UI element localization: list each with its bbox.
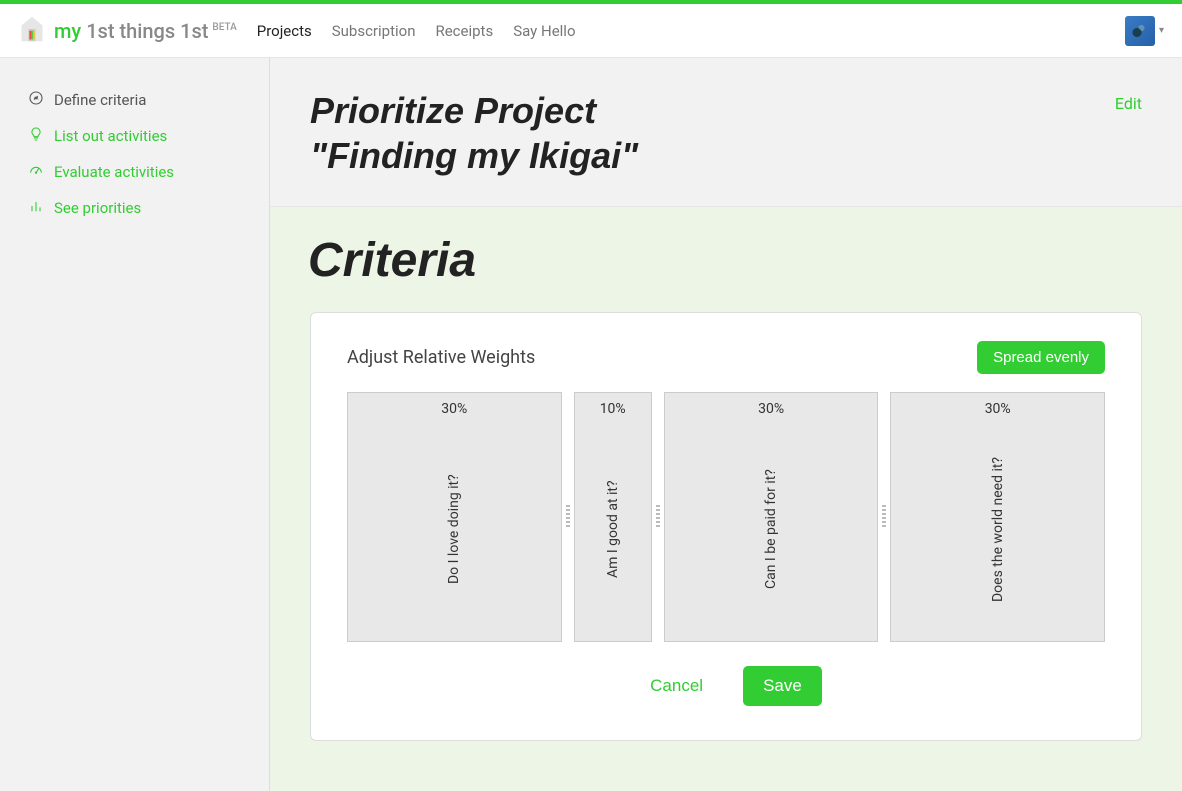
criterion-weight-column[interactable]: 30% Does the world need it?: [890, 392, 1105, 642]
sidebar-item-list-out-activities[interactable]: List out activities: [28, 118, 261, 154]
sidebar-item-label: Define criteria: [54, 91, 146, 109]
bars-icon: [28, 198, 44, 218]
sidebar-item-label: List out activities: [54, 127, 167, 145]
card-title: Adjust Relative Weights: [347, 347, 535, 368]
sidebar-item-label: Evaluate activities: [54, 163, 174, 181]
criterion-label: Does the world need it?: [990, 425, 1006, 633]
criterion-label: Am I good at it?: [605, 425, 621, 633]
criterion-weight-percent: 30%: [985, 401, 1011, 417]
criteria-section: Criteria Adjust Relative Weights Spread …: [270, 207, 1182, 791]
nav-receipts[interactable]: Receipts: [435, 22, 493, 40]
criterion-weight-column[interactable]: 10% Am I good at it?: [574, 392, 652, 642]
nav-projects[interactable]: Projects: [257, 22, 312, 40]
brand-text: my 1st things 1stBETA: [54, 19, 237, 43]
bulb-icon: [28, 126, 44, 146]
nav-say-hello[interactable]: Say Hello: [513, 22, 575, 40]
sidebar-item-label: See priorities: [54, 199, 141, 217]
top-navbar: my 1st things 1stBETA Projects Subscript…: [0, 4, 1182, 58]
section-heading: Criteria: [308, 233, 1142, 288]
chevron-down-icon: ▾: [1159, 25, 1164, 36]
weight-resize-handle[interactable]: [652, 392, 664, 642]
criterion-weight-percent: 30%: [758, 401, 784, 417]
sidebar-item-evaluate-activities[interactable]: Evaluate activities: [28, 154, 261, 190]
weights-row: 30% Do I love doing it? 10% Am I good at it…: [347, 392, 1105, 642]
nav-subscription[interactable]: Subscription: [332, 22, 416, 40]
weight-resize-handle[interactable]: [562, 392, 574, 642]
criterion-weight-percent: 10%: [600, 401, 626, 417]
weight-resize-handle[interactable]: [878, 392, 890, 642]
spread-evenly-button[interactable]: Spread evenly: [977, 341, 1105, 374]
sidebar-item-define-criteria[interactable]: Define criteria: [28, 82, 261, 118]
page-title: Prioritize Project "Finding my Ikigai": [310, 88, 638, 178]
edit-project-link[interactable]: Edit: [1115, 94, 1142, 113]
sidebar-item-see-priorities[interactable]: See priorities: [28, 190, 261, 226]
nav-links: Projects Subscription Receipts Say Hello: [257, 22, 576, 40]
criterion-weight-column[interactable]: 30% Can I be paid for it?: [664, 392, 879, 642]
criterion-label: Do I love doing it?: [446, 425, 462, 633]
card-actions: Cancel Save: [347, 666, 1105, 706]
criterion-weight-column[interactable]: 30% Do I love doing it?: [347, 392, 562, 642]
criterion-weight-percent: 30%: [441, 401, 467, 417]
project-header: Prioritize Project "Finding my Ikigai" E…: [270, 58, 1182, 207]
weights-card: Adjust Relative Weights Spread evenly 30…: [310, 312, 1142, 741]
gauge-icon: [28, 162, 44, 182]
criterion-label: Can I be paid for it?: [763, 425, 779, 633]
cancel-button[interactable]: Cancel: [630, 666, 723, 706]
save-button[interactable]: Save: [743, 666, 822, 706]
avatar: [1125, 16, 1155, 46]
logo-icon: [18, 15, 46, 47]
sidebar: Define criteria List out activities Evalua…: [0, 58, 270, 791]
brand-logo[interactable]: my 1st things 1stBETA: [18, 15, 237, 47]
main-content: Prioritize Project "Finding my Ikigai" E…: [270, 58, 1182, 791]
compass-icon: [28, 90, 44, 110]
user-menu[interactable]: ▾: [1125, 16, 1164, 46]
